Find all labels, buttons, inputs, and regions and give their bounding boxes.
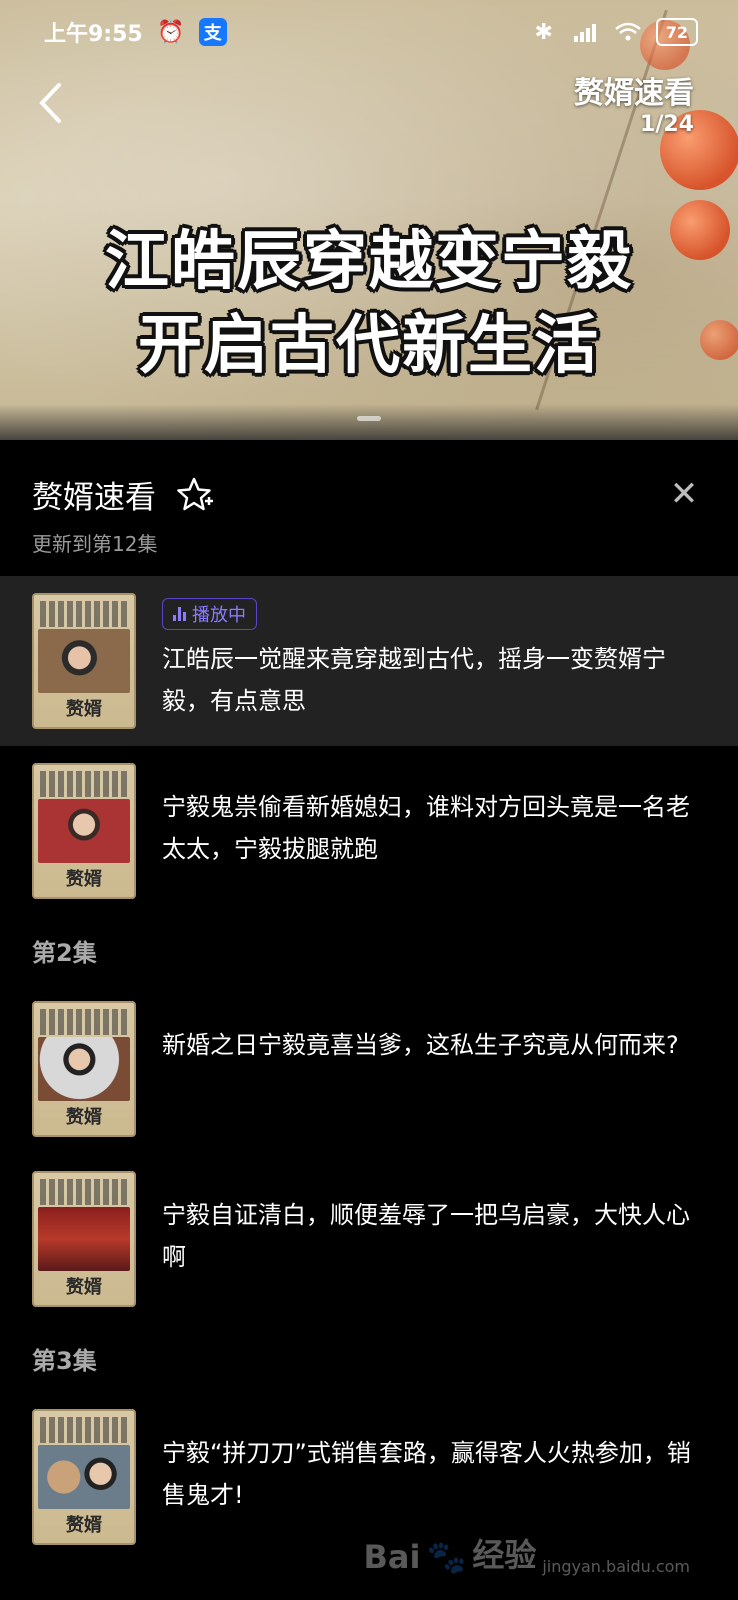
watermark-suffix: 经验 (472, 1536, 537, 1574)
close-button[interactable]: ✕ (664, 474, 704, 514)
baidu-jingyan-watermark: Bai 🐾 经验 jingyan.baidu.com (364, 1530, 690, 1576)
alipay-icon: 支 (198, 18, 227, 46)
battery-icon: 72 (655, 18, 698, 46)
episode-thumbnail: 赘婿 (32, 1001, 136, 1137)
thumbnail-label: 赘婿 (66, 699, 102, 720)
list-item[interactable]: 赘婿 播放中 江皓辰一觉醒来竟穿越到古代，摇身一变赘婿宁毅，有点意思 (0, 576, 738, 746)
list-item[interactable]: 赘婿 新婚之日宁毅竟喜当爹，这私生子究竟从何而来? (0, 984, 738, 1154)
episode-section-header: 第3集 (32, 1346, 97, 1375)
video-title: 赘婿速看 (574, 76, 694, 111)
status-bar: 上午9:55 ⏰ 支 ✱ 72 (0, 0, 738, 64)
thumbnail-label: 赘婿 (66, 1277, 102, 1298)
thumbnail-label: 赘婿 (66, 869, 102, 890)
episode-sheet: 赘婿速看 更新到第12集 ✕ 赘婿 播放中 江皓辰一觉醒来竟穿越到古代，摇身一变… (0, 448, 738, 1600)
episode-thumbnail: 赘婿 (32, 1171, 136, 1307)
sheet-header: 赘婿速看 更新到第12集 ✕ (0, 448, 738, 576)
wifi-icon (614, 18, 642, 46)
paw-icon: 🐾 (426, 1538, 467, 1576)
back-button[interactable] (30, 78, 70, 128)
drag-handle[interactable] (357, 416, 381, 421)
episode-description: 新婚之日宁毅竟喜当爹，这私生子究竟从何而来? (162, 1031, 679, 1059)
watermark-brand: Bai (363, 1538, 421, 1576)
signal-icon (572, 18, 600, 46)
now-playing-label: 播放中 (192, 605, 246, 626)
episode-thumbnail: 赘婿 (32, 593, 136, 729)
caption-line: 开启古代新生活 (138, 309, 600, 383)
playing-bars-icon (173, 607, 186, 621)
list-item[interactable]: 赘婿 宁毅鬼祟偷看新婚媳妇，谁料对方回头竟是一名老太太，宁毅拔腿就跑 (0, 746, 738, 916)
watermark-url: jingyan.baidu.com (542, 1557, 690, 1576)
list-item[interactable]: 赘婿 宁毅自证清白，顺便羞辱了一把乌启豪，大快人心啊 (0, 1154, 738, 1324)
status-time: 上午9:55 (44, 22, 143, 47)
episode-description: 宁毅“拼刀刀”式销售套路，赢得客人火热参加，销售鬼才! (162, 1439, 691, 1509)
bluetooth-icon: ✱ (534, 19, 553, 45)
update-status: 更新到第12集 (32, 532, 158, 556)
sheet-title-row: 赘婿速看 (32, 472, 214, 517)
alarm-icon: ⏰ (157, 19, 185, 45)
episode-thumbnail: 赘婿 (32, 1409, 136, 1545)
chevron-left-icon (39, 83, 61, 123)
page-indicator: 1/24 (640, 112, 694, 137)
thumbnail-label: 赘婿 (66, 1107, 102, 1128)
video-player[interactable]: 上午9:55 ⏰ 支 ✱ 72 赘婿速看 1/24 江皓辰穿越变宁毅 开启古代新… (0, 0, 738, 440)
episode-description: 江皓辰一觉醒来竟穿越到古代，摇身一变赘婿宁毅，有点意思 (162, 645, 666, 715)
episode-list: 赘婿 播放中 江皓辰一觉醒来竟穿越到古代，摇身一变赘婿宁毅，有点意思 赘婿 宁毅… (0, 576, 738, 1562)
episode-description: 宁毅鬼祟偷看新婚媳妇，谁料对方回头竟是一名老太太，宁毅拔腿就跑 (162, 793, 690, 863)
thumbnail-label: 赘婿 (66, 1515, 102, 1536)
sheet-title: 赘婿速看 (32, 480, 156, 516)
episode-description: 宁毅自证清白，顺便羞辱了一把乌启豪，大快人心啊 (162, 1201, 690, 1271)
video-caption: 江皓辰穿越变宁毅 开启古代新生活 (0, 220, 738, 388)
caption-line: 江皓辰穿越变宁毅 (105, 225, 633, 299)
close-icon: ✕ (669, 474, 699, 514)
episode-section-header: 第2集 (32, 938, 97, 967)
episode-thumbnail: 赘婿 (32, 763, 136, 899)
favorite-star-icon[interactable] (174, 475, 214, 515)
now-playing-badge: 播放中 (162, 598, 257, 630)
